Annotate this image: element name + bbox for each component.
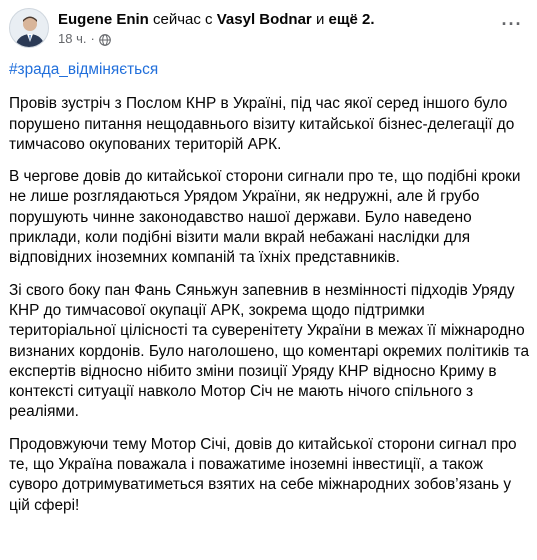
separator-dot: · [90, 31, 95, 46]
tagged-person[interactable]: Vasyl Bodnar [217, 11, 312, 28]
author-line: Eugene Enin сейчас с Vasyl Bodnar и ещё … [58, 10, 498, 29]
hashtag-link[interactable]: #зрада_відміняється [9, 60, 531, 80]
post-paragraph-1: Провів зустріч з Послом КНР в Україні, п… [9, 95, 515, 153]
more-options-icon[interactable]: ··· [498, 10, 526, 38]
and-text: и [315, 11, 325, 28]
post-body: #зрада_відміняється Провів зустріч з Пос… [9, 60, 531, 528]
tagged-others[interactable]: ещё 2. [329, 11, 375, 28]
post-header: Eugene Enin сейчас с Vasyl Bodnar и ещё … [9, 8, 528, 56]
post-meta: Eugene Enin сейчас с Vasyl Bodnar и ещё … [58, 10, 498, 48]
avatar-image [10, 9, 48, 47]
post-time[interactable]: 18 ч. [58, 30, 86, 48]
with-text: сейчас с [153, 11, 213, 28]
post-paragraph-4: Продовжуючи тему Мотор Січі, довів до ки… [9, 435, 517, 514]
post-paragraph-2: В чергове довів до китайської сторони си… [9, 168, 521, 267]
avatar[interactable] [9, 8, 49, 48]
globe-icon[interactable] [98, 33, 111, 46]
timestamp-line: 18 ч. · [58, 30, 498, 48]
author-name[interactable]: Eugene Enin [58, 11, 149, 28]
post-paragraph-3: Зі свого боку пан Фань Сяньжун запевнив … [9, 281, 530, 421]
